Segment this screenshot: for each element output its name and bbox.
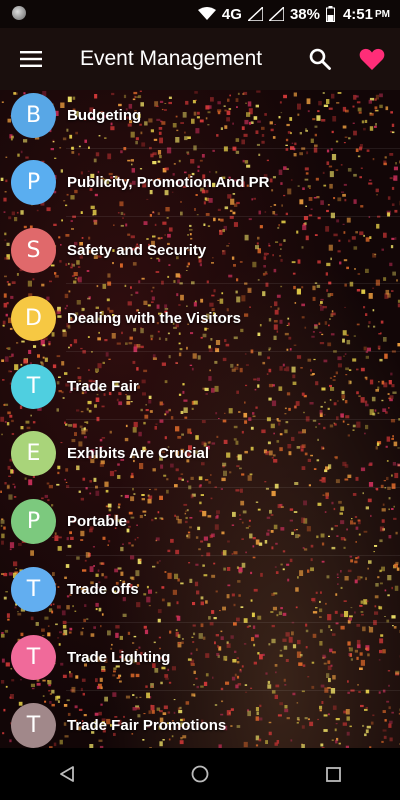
- back-button[interactable]: [37, 748, 97, 800]
- topic-avatar: T: [11, 634, 56, 680]
- status-bar: 4G 38% 4:51 PM: [0, 0, 400, 28]
- topic-label: Dealing with the Visitors: [67, 309, 241, 327]
- topic-label: Safety and Security: [67, 242, 207, 260]
- wifi-icon: [197, 7, 216, 21]
- search-button[interactable]: [294, 28, 346, 90]
- topic-avatar: T: [11, 702, 56, 748]
- topic-label: Trade Fair Promotions: [67, 716, 227, 734]
- topic-avatar: P: [11, 499, 56, 545]
- topic-label: Trade Fair: [67, 377, 139, 395]
- favorites-button[interactable]: [346, 28, 398, 90]
- search-icon: [309, 48, 331, 70]
- home-button[interactable]: [170, 748, 230, 800]
- menu-button[interactable]: [0, 28, 62, 90]
- app-toolbar: Event Management: [0, 28, 400, 90]
- topic-avatar: S: [11, 228, 56, 274]
- topic-label: Budgeting: [67, 106, 142, 124]
- system-nav-bar: [0, 748, 400, 800]
- topic-list-item[interactable]: E Exhibits Are Crucial: [0, 420, 400, 488]
- battery-percent: 38%: [289, 5, 320, 23]
- topic-label: Trade Lighting: [67, 648, 171, 666]
- topic-avatar: T: [11, 363, 56, 409]
- notification-icon: [12, 6, 26, 20]
- topic-list: B Budgeting P Publicity, Promotion And PR S S…: [0, 90, 400, 748]
- battery-icon: [325, 6, 335, 22]
- topic-list-item[interactable]: P Portable: [0, 488, 400, 556]
- recents-square-icon: [325, 766, 341, 782]
- clock: 4:51: [342, 5, 373, 23]
- topic-avatar: B: [11, 92, 56, 138]
- topic-label: Portable: [67, 513, 128, 531]
- signal-icon-2: [268, 7, 284, 21]
- home-circle-icon: [191, 765, 209, 783]
- topic-list-item[interactable]: T Trade Fair: [0, 352, 400, 421]
- back-triangle-icon: [59, 766, 74, 782]
- topic-label: Trade offs: [67, 581, 139, 599]
- network-type: 4G: [221, 5, 242, 23]
- topic-label: Exhibits Are Crucial: [67, 445, 209, 463]
- clock-ampm: PM: [375, 8, 390, 20]
- topic-avatar: E: [11, 431, 56, 477]
- topic-list-item[interactable]: B Budgeting: [0, 90, 400, 149]
- topic-list-item[interactable]: T Trade Lighting: [0, 624, 400, 692]
- topic-list-item[interactable]: T Trade Fair Promotions: [0, 691, 400, 748]
- heart-icon: [359, 48, 385, 70]
- signal-icon: [247, 7, 263, 21]
- app-title: Event Management: [80, 47, 263, 70]
- topic-list-item[interactable]: S Safety and Security: [0, 217, 400, 285]
- topic-avatar: D: [11, 295, 56, 341]
- topic-list-item[interactable]: D Dealing with the Visitors: [0, 285, 400, 353]
- topic-avatar: P: [11, 160, 56, 206]
- topic-label: Publicity, Promotion And PR: [67, 174, 270, 192]
- hamburger-menu-icon: [20, 51, 42, 67]
- recents-button[interactable]: [303, 748, 363, 800]
- topic-list-item[interactable]: T Trade offs: [0, 556, 400, 624]
- topic-avatar: T: [11, 567, 56, 613]
- topic-list-item[interactable]: P Publicity, Promotion And PR: [0, 149, 400, 217]
